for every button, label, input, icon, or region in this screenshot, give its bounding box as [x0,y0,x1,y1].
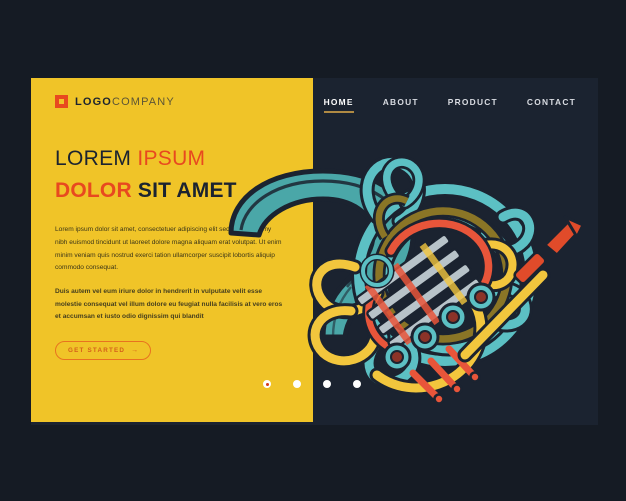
logo-text-bold: LOGO [75,95,112,108]
horn-rotor-valves [382,282,496,372]
main-navigation: HOME ABOUT PRODUCT CONTACT [323,97,576,113]
carousel-dot-1[interactable] [263,380,271,388]
site-header: LOGOCOMPANY HOME ABOUT PRODUCT CONTACT [31,78,598,128]
nav-item-about[interactable]: ABOUT [383,97,419,113]
nav-item-product[interactable]: PRODUCT [448,97,498,113]
hero-copy: LOREM IPSUM DOLOR SIT AMET Lorem ipsum d… [55,146,295,360]
hero-headline-line-1-plain: LOREM [55,147,138,170]
landing-page-card: LOGOCOMPANY HOME ABOUT PRODUCT CONTACT L… [31,78,598,425]
nav-item-home[interactable]: HOME [323,97,354,113]
hero-headline-line-1-accent: IPSUM [137,147,206,170]
arrow-right-icon: → [131,346,140,354]
carousel-dot-1-active-core [265,382,269,386]
square-logo-mark-inner [59,99,64,104]
horn-ring-detail [359,253,395,289]
nav-item-home-label: HOME [323,97,354,107]
logo-text-light: COMPANY [112,95,175,108]
carousel-pagination [263,380,361,388]
hero-paragraph-2: Duis autem vel eum iriure dolor in hendr… [55,288,283,321]
hero-headline-line-1: LOREM IPSUM [55,146,295,171]
logo[interactable]: LOGOCOMPANY [55,95,175,108]
nav-active-underline [323,111,354,113]
horn-lever-keys [409,345,481,405]
horn-mouthpiece [457,215,585,363]
landing-page-screenshot: LOGOCOMPANY HOME ABOUT PRODUCT CONTACT L… [0,0,626,501]
get-started-button[interactable]: GET STARTED → [55,340,152,360]
horn-red-tubing [362,216,495,357]
hero-headline-line-2: DOLOR SIT AMET [55,178,295,203]
square-logo-mark-icon [55,95,68,108]
logo-text: LOGOCOMPANY [75,96,175,108]
nav-item-contact[interactable]: CONTACT [527,97,576,113]
horn-teal-tubing [351,155,539,390]
horn-valve-slides [355,233,483,351]
carousel-dot-4[interactable] [353,380,361,388]
carousel-dot-2[interactable] [293,380,301,388]
get-started-button-label: GET STARTED [68,346,126,354]
horn-yellow-tubing [307,237,520,396]
hero-paragraph-1: Lorem ipsum dolor sit amet, consectetuer… [55,226,282,272]
hero-headline-line-2-plain: SIT AMET [137,179,237,203]
horn-olive-tubing [372,192,514,346]
hero-headline-line-2-accent: DOLOR [55,179,138,203]
carousel-dot-3[interactable] [323,380,331,388]
